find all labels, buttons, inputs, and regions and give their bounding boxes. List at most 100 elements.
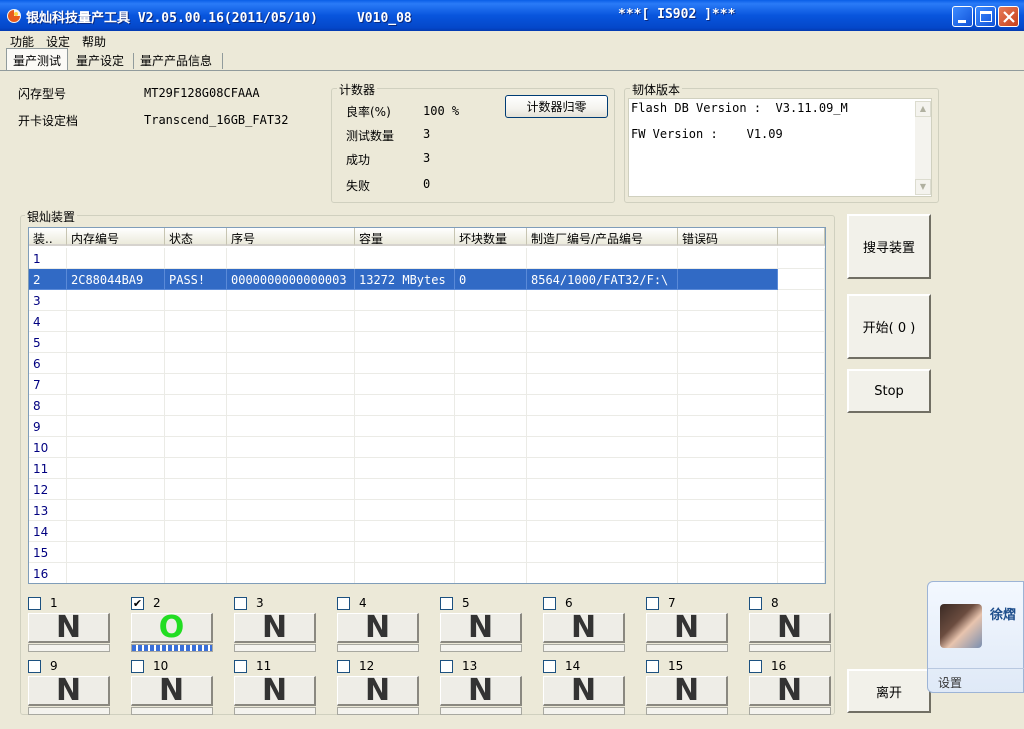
column-header-status[interactable]: 状态	[165, 228, 227, 246]
cell-filler	[778, 437, 825, 458]
table-row[interactable]: 7	[29, 374, 825, 395]
column-header-capacity[interactable]: 容量	[355, 228, 455, 246]
cell-memory-id	[67, 353, 165, 374]
port-checkbox[interactable]	[28, 597, 41, 610]
port-checkbox[interactable]	[337, 597, 350, 610]
port-checkbox[interactable]	[543, 597, 556, 610]
cell-filler	[778, 500, 825, 521]
cell-index: 12	[29, 479, 67, 500]
table-row[interactable]: 15	[29, 542, 825, 563]
cell-bad-blocks	[455, 290, 527, 311]
cell-status	[165, 458, 227, 479]
port-checkbox[interactable]	[234, 660, 247, 673]
reset-counter-button[interactable]: 计数器归零	[505, 95, 608, 118]
cell-capacity	[355, 416, 455, 437]
port-status-tile: N	[749, 673, 831, 708]
port-checkbox[interactable]	[440, 597, 453, 610]
port-checkbox[interactable]	[749, 597, 762, 610]
table-row[interactable]: 4	[29, 311, 825, 332]
title-bar[interactable]: 银灿科技量产工具 V2.05.00.16(2011/05/10) V010_08…	[0, 0, 1024, 31]
port-checkbox[interactable]	[749, 660, 762, 673]
minimize-button[interactable]	[952, 6, 973, 27]
cell-capacity	[355, 395, 455, 416]
tab-product-info[interactable]: 量产产品信息	[136, 50, 216, 70]
device-list[interactable]: 装.. 内存编号 状态 序号 容量 坏块数量 制造厂编号/产品编号 错误码 12…	[28, 227, 826, 584]
port-checkbox[interactable]	[543, 660, 556, 673]
table-row[interactable]: 13	[29, 500, 825, 521]
cell-serial	[227, 332, 355, 353]
port-checkbox[interactable]	[646, 660, 659, 673]
column-header-memory-id[interactable]: 内存编号	[67, 228, 165, 246]
maximize-button[interactable]	[975, 6, 996, 27]
cell-bad-blocks	[455, 458, 527, 479]
table-row[interactable]: 8	[29, 395, 825, 416]
cell-serial	[227, 563, 355, 583]
column-header-index[interactable]: 装..	[29, 228, 67, 246]
port-number: 14	[565, 659, 581, 673]
cell-capacity	[355, 374, 455, 395]
cell-error-code	[678, 374, 778, 395]
table-row[interactable]: 9	[29, 416, 825, 437]
table-row[interactable]: 11	[29, 458, 825, 479]
close-button[interactable]	[998, 6, 1019, 27]
exit-button[interactable]: 离开	[847, 669, 931, 713]
scroll-down-icon[interactable]: ▼	[915, 179, 931, 195]
table-row[interactable]: 10	[29, 437, 825, 458]
cell-status	[165, 416, 227, 437]
column-header-bad-blocks[interactable]: 坏块数量	[455, 228, 527, 246]
stop-button[interactable]: Stop	[847, 369, 931, 413]
tab-production-settings[interactable]: 量产设定	[72, 50, 128, 70]
popup-settings-link[interactable]: 设置	[938, 674, 962, 691]
table-row[interactable]: 6	[29, 353, 825, 374]
avatar	[940, 604, 982, 648]
port-status-tile: N	[337, 673, 419, 708]
port-progress-bar	[131, 644, 213, 652]
tab-production-test[interactable]: 量产测试	[6, 48, 69, 70]
port-checkbox[interactable]	[337, 660, 350, 673]
port-checkbox[interactable]	[131, 660, 144, 673]
column-header-error-code[interactable]: 错误码	[678, 228, 778, 246]
port-checkbox[interactable]: ✔	[131, 597, 144, 610]
firmware-scrollbar[interactable]: ▲ ▼	[915, 101, 931, 195]
cell-vid-pid	[527, 479, 678, 500]
cell-error-code	[678, 542, 778, 563]
cell-status	[165, 311, 227, 332]
chat-popup[interactable]: 徐熠 设置	[927, 581, 1024, 693]
cell-filler	[778, 479, 825, 500]
table-row[interactable]: 5	[29, 332, 825, 353]
table-row[interactable]: 2 2C88044BA9 PASS! 0000000000000003 13272 MB…	[29, 269, 825, 290]
search-devices-button[interactable]: 搜寻装置	[847, 214, 931, 279]
table-row[interactable]: 16	[29, 563, 825, 583]
table-row[interactable]: 1	[29, 248, 825, 269]
port-checkbox[interactable]	[28, 660, 41, 673]
cell-bad-blocks	[455, 395, 527, 416]
cell-bad-blocks	[455, 332, 527, 353]
port-number: 16	[771, 659, 787, 673]
checkmark-icon: ✔	[132, 597, 143, 610]
cell-bad-blocks	[455, 353, 527, 374]
port-checkbox[interactable]	[234, 597, 247, 610]
contact-name: 徐熠	[990, 608, 1017, 623]
table-row[interactable]: 12	[29, 479, 825, 500]
port-checkbox[interactable]	[646, 597, 659, 610]
cell-status	[165, 248, 227, 269]
start-button[interactable]: 开始( 0 )	[847, 294, 931, 359]
menu-help[interactable]: 帮助	[82, 33, 106, 50]
cell-bad-blocks	[455, 248, 527, 269]
column-header-vid-pid[interactable]: 制造厂编号/产品编号	[527, 228, 678, 246]
port-number: 10	[153, 659, 169, 673]
port-progress-bar	[234, 707, 316, 715]
firmware-text-area[interactable]: Flash DB Version : V3.11.09_M FW Version…	[628, 98, 932, 197]
cell-filler	[778, 542, 825, 563]
scroll-up-icon[interactable]: ▲	[915, 101, 931, 117]
cell-error-code	[678, 248, 778, 269]
cell-vid-pid	[527, 542, 678, 563]
column-header-serial[interactable]: 序号	[227, 228, 355, 246]
maximize-icon	[980, 11, 992, 22]
cell-serial	[227, 500, 355, 521]
table-row[interactable]: 3	[29, 290, 825, 311]
port-status-tile: N	[234, 610, 316, 645]
table-row[interactable]: 14	[29, 521, 825, 542]
port-status-tile: N	[749, 610, 831, 645]
port-checkbox[interactable]	[440, 660, 453, 673]
